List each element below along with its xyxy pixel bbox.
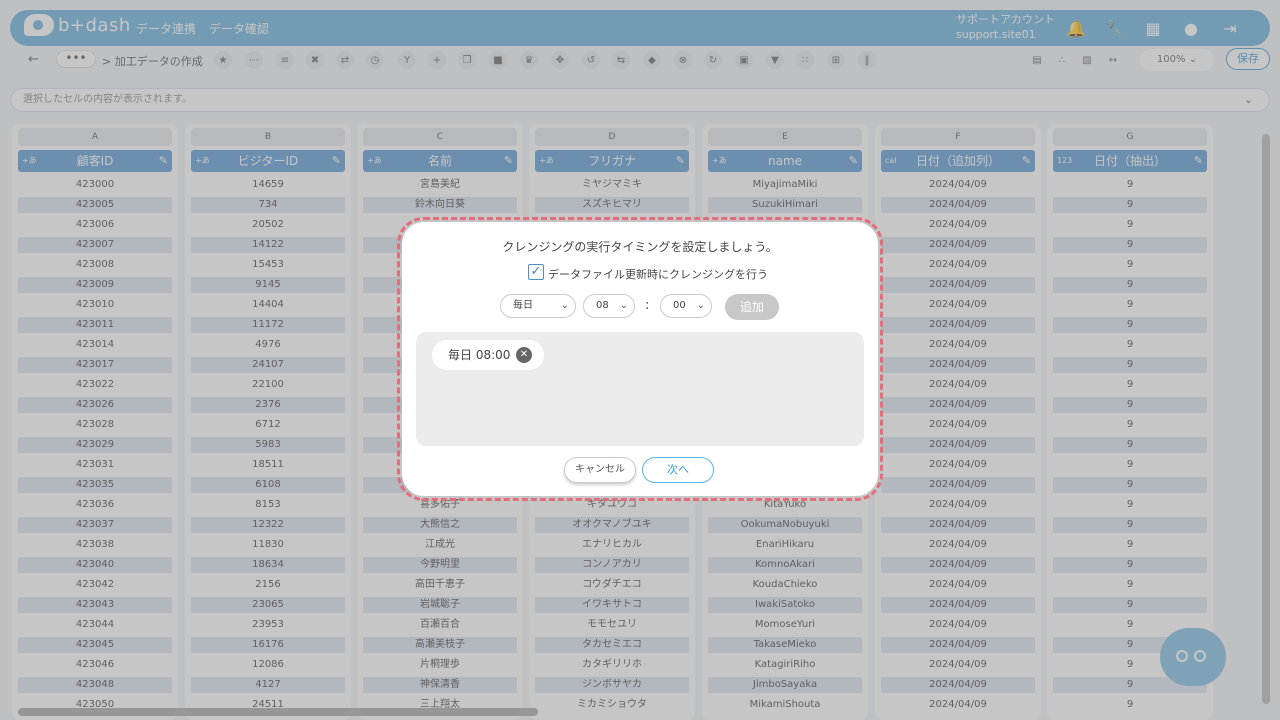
cleansing-schedule-dialog: クレンジングの実行タイミングを設定しましょう。 ✓ データファイル更新時にクレン…	[397, 217, 883, 501]
dialog-title: クレンジングの実行タイミングを設定しましょう。	[502, 240, 778, 254]
chevron-down-icon: ⌄	[560, 300, 569, 311]
chevron-down-icon: ⌄	[619, 300, 628, 311]
hour-value: 08	[596, 300, 609, 311]
time-separator: :	[645, 298, 650, 313]
minute-value: 00	[673, 300, 686, 311]
schedule-tag: 毎日 08:00 ✕	[432, 340, 544, 370]
update-cleansing-checkbox[interactable]: ✓	[528, 264, 544, 280]
schedule-list: 毎日 08:00 ✕	[416, 332, 864, 446]
schedule-tag-label: 毎日 08:00	[448, 348, 511, 362]
remove-schedule-icon[interactable]: ✕	[516, 347, 532, 363]
next-button[interactable]: 次へ	[642, 457, 714, 483]
frequency-select[interactable]: 毎日 ⌄	[500, 294, 576, 318]
add-schedule-button[interactable]: 追加	[725, 294, 779, 320]
chevron-down-icon: ⌄	[696, 300, 705, 311]
hour-select[interactable]: 08 ⌄	[583, 294, 635, 318]
frequency-value: 毎日	[513, 300, 533, 311]
checkbox-label: データファイル更新時にクレンジングを行う	[548, 268, 768, 281]
minute-select[interactable]: 00 ⌄	[660, 294, 712, 318]
cancel-button[interactable]: キャンセル	[564, 457, 636, 483]
